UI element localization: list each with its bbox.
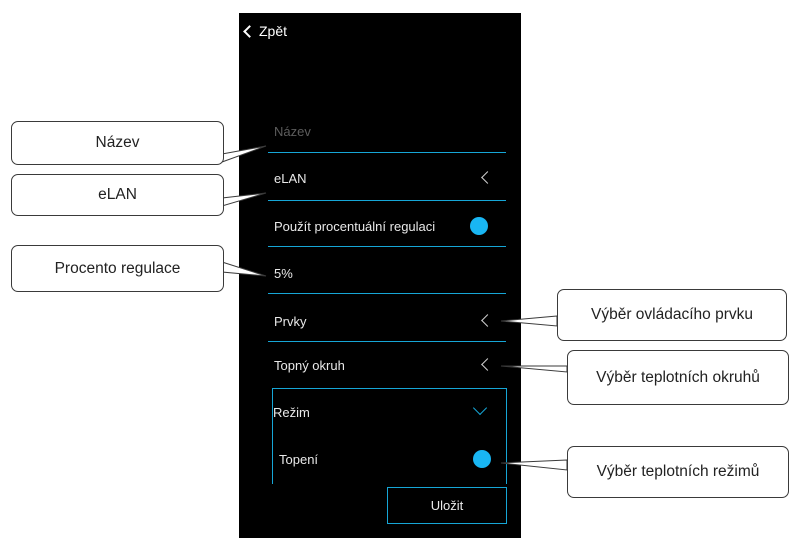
percent-value: 5% bbox=[274, 265, 293, 281]
heating-label: Topení bbox=[279, 451, 319, 467]
callout-control-element-text: Výběr ovládacího prvku bbox=[591, 306, 753, 323]
elan-label: eLAN bbox=[274, 170, 307, 186]
phone-screen: Zpět Název eLAN Použít procentuální regu… bbox=[239, 13, 521, 538]
callout-elan: eLAN bbox=[11, 174, 224, 216]
callout-name-text: Název bbox=[95, 134, 140, 151]
chevron-left-icon bbox=[243, 25, 256, 38]
heating-mode-toggle[interactable] bbox=[473, 450, 491, 468]
name-underline bbox=[268, 152, 506, 153]
name-input[interactable]: Název bbox=[274, 119, 506, 143]
mode-label: Režim bbox=[273, 404, 310, 420]
chevron-left-icon bbox=[481, 358, 494, 371]
callout-heating-modes: Výběr teplotních režimů bbox=[567, 446, 789, 498]
name-placeholder: Název bbox=[274, 123, 311, 139]
elements-underline bbox=[268, 341, 506, 342]
percent-value-input[interactable]: 5% bbox=[274, 261, 506, 285]
elements-selector[interactable]: Prvky bbox=[274, 309, 506, 333]
callout-control-element: Výběr ovládacího prvku bbox=[557, 289, 787, 341]
save-label: Uložit bbox=[430, 498, 464, 513]
callout-name: Název bbox=[11, 121, 224, 165]
mode-dropdown[interactable]: Režim bbox=[273, 400, 505, 424]
heating-circuit-label: Topný okruh bbox=[274, 357, 345, 373]
callout-percent: Procento regulace bbox=[11, 245, 224, 292]
percent-value-underline bbox=[268, 293, 506, 294]
chevron-left-icon bbox=[481, 171, 494, 184]
elan-selector[interactable]: eLAN bbox=[274, 166, 506, 190]
save-button[interactable]: Uložit bbox=[387, 487, 507, 524]
elements-label: Prvky bbox=[274, 313, 307, 329]
percent-regulation-toggle[interactable] bbox=[470, 217, 488, 235]
back-button[interactable]: Zpět bbox=[243, 23, 288, 39]
callout-heating-circuits: Výběr teplotních okruhů bbox=[567, 350, 789, 405]
callout-percent-text: Procento regulace bbox=[54, 259, 181, 277]
callout-elan-text: eLAN bbox=[98, 186, 137, 203]
callout-heating-modes-text: Výběr teplotních režimů bbox=[596, 463, 760, 480]
heating-circuit-selector[interactable]: Topný okruh bbox=[274, 353, 506, 377]
elan-underline bbox=[268, 200, 506, 201]
percent-underline bbox=[268, 246, 506, 247]
chevron-left-icon bbox=[481, 314, 494, 327]
back-label: Zpět bbox=[259, 23, 288, 39]
percent-toggle-label: Použít procentuální regulaci bbox=[274, 218, 436, 234]
callout-heating-circuits-text: Výběr teplotních okruhů bbox=[596, 368, 760, 386]
